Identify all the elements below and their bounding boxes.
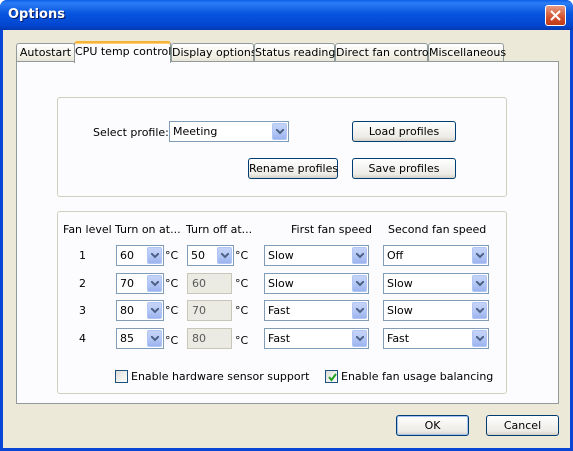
checkmark-icon (328, 373, 337, 382)
hardware-sensor-checkbox[interactable] (115, 370, 128, 383)
fan-level-3: 3 (79, 304, 86, 317)
turn-on-select-4[interactable]: 85 (116, 328, 164, 349)
fan-balancing-checkbox[interactable] (325, 370, 338, 383)
chevron-down-icon (147, 247, 162, 264)
profile-select-value: Meeting (173, 125, 218, 138)
fan-balancing-label[interactable]: Enable fan usage balancing (341, 370, 493, 383)
chevron-down-icon (472, 247, 487, 264)
dialog-client-area: Autostart CPU temp control Display optio… (3, 30, 570, 448)
select-profile-label: Select profile: (93, 126, 169, 139)
window-title: Options (8, 7, 65, 22)
tab-autostart[interactable]: Autostart (16, 43, 75, 62)
chevron-down-icon (352, 330, 367, 347)
profile-group: Select profile: Meeting Load profiles Re… (57, 97, 507, 197)
header-first-fan-speed: First fan speed (291, 223, 372, 236)
chevron-down-icon (147, 302, 162, 319)
turn-off-field-2: 60 (187, 273, 232, 294)
second-speed-select-3[interactable]: Slow (383, 300, 489, 321)
turn-on-select-2[interactable]: 70 (116, 273, 164, 294)
turn-off-select-1[interactable]: 50 (187, 245, 234, 266)
chevron-down-icon (472, 302, 487, 319)
header-turn-on: Turn on at... (115, 223, 181, 236)
second-speed-select-1[interactable]: Off (383, 245, 489, 266)
chevron-down-icon (217, 247, 232, 264)
first-speed-select-4[interactable]: Fast (264, 328, 369, 349)
fan-level-4: 4 (79, 332, 86, 345)
tab-miscellaneous[interactable]: Miscellaneous (428, 43, 506, 62)
first-speed-value-2: Slow (268, 277, 294, 290)
close-icon (550, 10, 561, 21)
chevron-down-icon (352, 275, 367, 292)
unit-on-1: °C (165, 249, 179, 262)
tab-display-options[interactable]: Display options (171, 43, 257, 62)
chevron-down-icon (147, 275, 162, 292)
chevron-down-icon (147, 330, 162, 347)
second-speed-value-4: Fast (387, 332, 410, 345)
turn-on-value-3: 80 (120, 304, 134, 317)
first-speed-select-1[interactable]: Slow (264, 245, 369, 266)
second-speed-value-2: Slow (387, 277, 413, 290)
chevron-down-icon (472, 330, 487, 347)
unit-off-2: °C (235, 277, 249, 290)
turn-on-value-4: 85 (120, 332, 134, 345)
cancel-button[interactable]: Cancel (486, 415, 559, 436)
tab-direct-fan-control[interactable]: Direct fan control (335, 43, 432, 62)
header-fan-level: Fan level (63, 223, 112, 236)
ok-button[interactable]: OK (396, 415, 469, 436)
turn-on-select-3[interactable]: 80 (116, 300, 164, 321)
turn-off-field-3: 70 (187, 300, 232, 321)
tab-cpu-temp-control[interactable]: CPU temp control (74, 41, 171, 63)
header-turn-off: Turn off at... (186, 223, 253, 236)
turn-off-value-2: 60 (192, 277, 206, 290)
second-speed-value-3: Slow (387, 304, 413, 317)
chevron-down-icon (352, 247, 367, 264)
unit-off-3: °C (235, 304, 249, 317)
turn-off-value-3: 70 (192, 304, 206, 317)
fan-levels-group: Fan level Turn on at... Turn off at... F… (57, 211, 507, 394)
save-profiles-button[interactable]: Save profiles (352, 158, 456, 179)
first-speed-select-3[interactable]: Fast (264, 300, 369, 321)
fan-level-1: 1 (79, 249, 86, 262)
title-bar[interactable]: Options (0, 0, 573, 30)
first-speed-value-4: Fast (268, 332, 291, 345)
turn-off-value-1: 50 (191, 249, 205, 262)
close-button[interactable] (545, 5, 566, 26)
first-speed-value-1: Slow (268, 249, 294, 262)
unit-off-1: °C (235, 249, 249, 262)
header-second-fan-speed: Second fan speed (388, 223, 487, 236)
fan-level-2: 2 (79, 277, 86, 290)
hardware-sensor-label[interactable]: Enable hardware sensor support (131, 370, 309, 383)
turn-off-field-4: 80 (187, 328, 232, 349)
load-profiles-button[interactable]: Load profiles (352, 121, 456, 142)
tab-status-reading[interactable]: Status reading (254, 43, 335, 62)
unit-on-4: °C (165, 334, 179, 347)
chevron-down-icon (472, 275, 487, 292)
second-speed-select-4[interactable]: Fast (383, 328, 489, 349)
unit-on-3: °C (165, 304, 179, 317)
turn-on-select-1[interactable]: 60 (116, 245, 164, 266)
first-speed-value-3: Fast (268, 304, 291, 317)
chevron-down-icon (352, 302, 367, 319)
turn-off-value-4: 80 (192, 332, 206, 345)
turn-on-value-2: 70 (120, 277, 134, 290)
unit-on-2: °C (165, 277, 179, 290)
chevron-down-icon (272, 123, 287, 140)
second-speed-select-2[interactable]: Slow (383, 273, 489, 294)
second-speed-value-1: Off (387, 249, 404, 262)
options-dialog: Options Autostart CPU temp control Displ… (0, 0, 573, 451)
first-speed-select-2[interactable]: Slow (264, 273, 369, 294)
tab-panel-cpu-temp-control: Select profile: Meeting Load profiles Re… (16, 61, 559, 404)
turn-on-value-1: 60 (120, 249, 134, 262)
profile-select[interactable]: Meeting (169, 121, 289, 142)
unit-off-4: °C (235, 334, 249, 347)
rename-profiles-button[interactable]: Rename profiles (248, 158, 338, 179)
